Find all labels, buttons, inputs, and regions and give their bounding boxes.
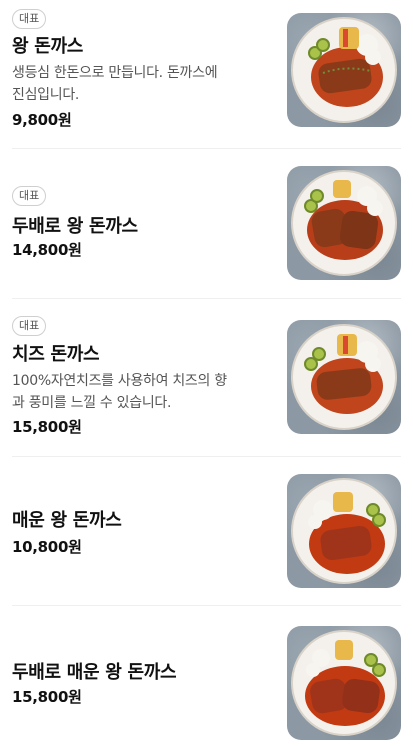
description-line: 과 풍미를 느낄 수 있습니다. xyxy=(12,395,172,411)
menu-item-name: 매운 왕 돈까스 xyxy=(12,510,122,531)
menu-item-double-spicy-wang-donkatsu[interactable]: 두배로 매운 왕 돈까스 15,800원 xyxy=(12,606,401,746)
signature-badge: 대표 xyxy=(12,316,47,336)
menu-item-price: 10,800원 xyxy=(12,538,82,556)
signature-badge: 대표 xyxy=(12,186,47,206)
menu-item-double-wang-donkatsu[interactable]: 대표 두배로 왕 돈까스 14,800원 xyxy=(12,149,401,298)
description-line: 100%자연치즈를 사용하여 치즈의 향 xyxy=(12,373,227,389)
pork-cutlet-plate-icon[interactable] xyxy=(287,626,401,740)
menu-item-cheese-donkatsu[interactable]: 대표 치즈 돈까스 100%자연치즈를 사용하여 치즈의 향 과 풍미를 느낄 … xyxy=(12,299,401,456)
menu-item-description: 100%자연치즈를 사용하여 치즈의 향 과 풍미를 느낄 수 있습니다. xyxy=(12,370,267,414)
menu-item-wang-donkatsu[interactable]: 대표 왕 돈까스 생등심 한돈으로 만듭니다. 돈까스에 진심입니다. 9,80… xyxy=(12,0,401,148)
menu-item-price: 15,800원 xyxy=(12,418,82,436)
pork-cutlet-plate-icon[interactable] xyxy=(287,13,401,127)
description-line: 생등심 한돈으로 만듭니다. 돈까스에 xyxy=(12,65,218,81)
menu-item-spicy-wang-donkatsu[interactable]: 매운 왕 돈까스 10,800원 xyxy=(12,457,401,605)
pork-cutlet-plate-icon[interactable] xyxy=(287,474,401,588)
menu-list: 대표 왕 돈까스 생등심 한돈으로 만듭니다. 돈까스에 진심입니다. 9,80… xyxy=(0,0,413,746)
menu-item-price: 15,800원 xyxy=(12,688,82,706)
menu-item-price: 14,800원 xyxy=(12,241,82,259)
pork-cutlet-plate-icon[interactable] xyxy=(287,320,401,434)
signature-badge: 대표 xyxy=(12,9,47,29)
menu-item-name: 두배로 왕 돈까스 xyxy=(12,216,138,237)
description-line: 진심입니다. xyxy=(12,87,80,103)
menu-item-description: 생등심 한돈으로 만듭니다. 돈까스에 진심입니다. xyxy=(12,62,267,106)
pork-cutlet-plate-icon[interactable] xyxy=(287,166,401,280)
menu-item-price: 9,800원 xyxy=(12,111,72,129)
menu-item-name: 왕 돈까스 xyxy=(12,36,84,57)
menu-item-name: 치즈 돈까스 xyxy=(12,344,100,365)
menu-item-name: 두배로 매운 왕 돈까스 xyxy=(12,662,177,683)
